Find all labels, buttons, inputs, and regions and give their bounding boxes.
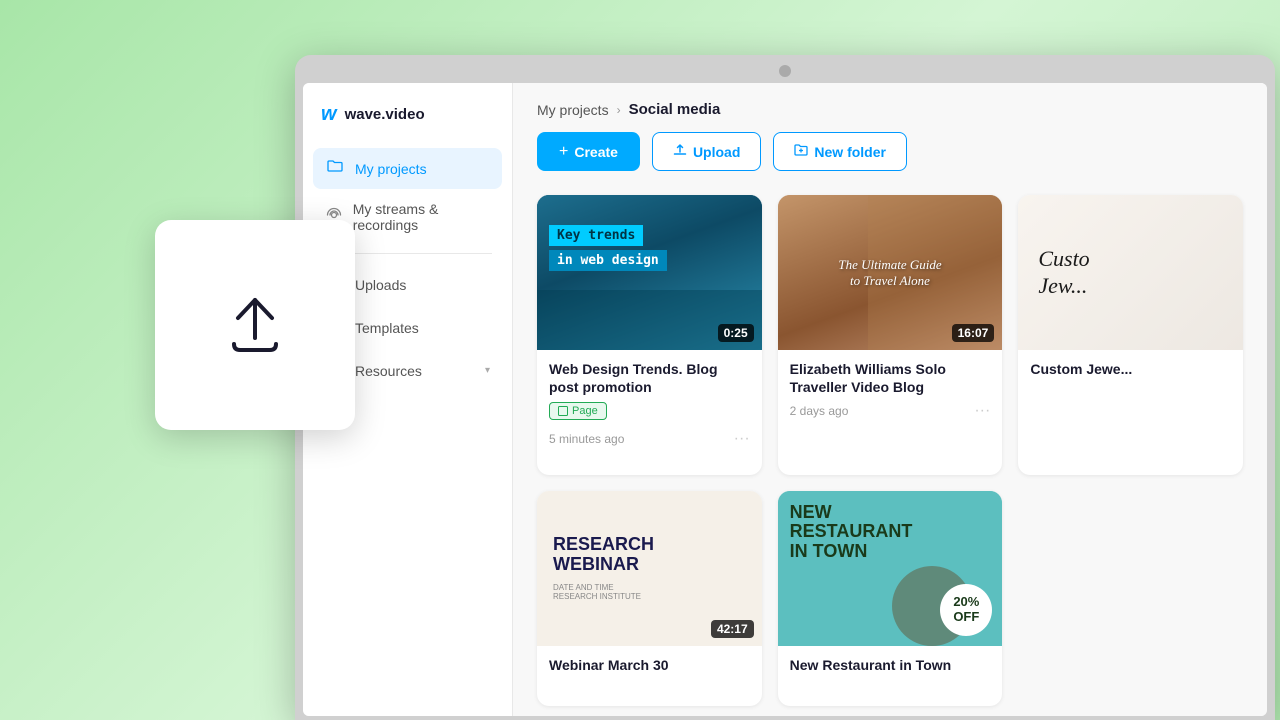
plus-icon: +	[559, 143, 568, 161]
card-thumb-webinar: RESEARCHWEBINAR DATE AND TIMERESEARCH IN…	[537, 491, 762, 646]
sidebar-item-label-resources: Resources	[355, 363, 422, 379]
upload-overlay-card	[155, 220, 355, 430]
travel-line1: The Ultimate Guide	[838, 257, 941, 273]
webinar-sub: DATE AND TIMERESEARCH INSTITUTE	[553, 583, 641, 601]
card-thumb-restaurant: NEWRESTAURANTIN TOWN 20%OFF	[778, 491, 1003, 646]
card-duration-1: 0:25	[718, 324, 754, 342]
card-info-5: New Restaurant in Town	[778, 646, 1003, 690]
upload-label: Upload	[693, 144, 740, 160]
card-restaurant[interactable]: NEWRESTAURANTIN TOWN 20%OFF New Restaura…	[778, 491, 1003, 706]
card-thumb-travel: The Ultimate Guide to Travel Alone 16:07	[778, 195, 1003, 350]
chevron-down-icon: ▾	[485, 365, 490, 376]
logo-w-icon: w	[321, 103, 337, 126]
web-design-text: Key trends in web design	[549, 225, 750, 271]
new-folder-button[interactable]: New folder	[773, 132, 907, 171]
logo-text: wave.video	[345, 106, 425, 123]
card-thumb-jewelry: CustoJew...	[1018, 195, 1243, 350]
breadcrumb-chevron-icon: ›	[617, 103, 621, 117]
card-footer-1: 5 minutes ago ···	[549, 430, 750, 448]
card-info-1: Web Design Trends. Blog post promotion P…	[537, 350, 762, 458]
laptop-frame: w wave.video My projects	[295, 55, 1275, 720]
badge-label-1: Page	[572, 405, 598, 417]
laptop-screen: w wave.video My projects	[303, 83, 1267, 716]
card-time-1: 5 minutes ago	[549, 432, 624, 446]
card-webinar[interactable]: RESEARCHWEBINAR DATE AND TIMERESEARCH IN…	[537, 491, 762, 706]
card-duration-2: 16:07	[952, 324, 995, 342]
breadcrumb-parent[interactable]: My projects	[537, 102, 609, 118]
card-duration-4: 42:17	[711, 620, 754, 638]
card-title-2: Elizabeth Williams Solo Traveller Video …	[790, 360, 991, 396]
jewelry-text: CustoJew...	[1038, 246, 1089, 299]
card-jewelry[interactable]: CustoJew... Custom Jewe...	[1018, 195, 1243, 475]
card-info-4: Webinar March 30	[537, 646, 762, 690]
laptop-camera	[779, 65, 791, 77]
card-footer-2: 2 days ago ···	[790, 402, 991, 420]
restaurant-text: NEWRESTAURANTIN TOWN	[790, 503, 913, 562]
sidebar-item-my-projects[interactable]: My projects	[313, 148, 502, 189]
web-design-line1: Key trends	[549, 225, 643, 246]
sidebar-item-label-my-projects: My projects	[355, 161, 427, 177]
breadcrumb-current: Social media	[629, 101, 721, 118]
new-folder-icon	[794, 143, 808, 160]
card-title-4: Webinar March 30	[549, 656, 750, 674]
create-label: Create	[574, 144, 618, 160]
main-content: My projects › Social media + Create	[513, 83, 1267, 716]
card-info-2: Elizabeth Williams Solo Traveller Video …	[778, 350, 1003, 430]
folder-icon	[325, 158, 345, 179]
card-info-3: Custom Jewe...	[1018, 350, 1243, 394]
card-menu-2[interactable]: ···	[974, 402, 990, 420]
upload-icon	[215, 285, 295, 365]
cards-grid: Key trends in web design 0:25 Web Design…	[513, 185, 1267, 716]
card-time-2: 2 days ago	[790, 404, 849, 418]
sidebar-item-label-uploads: Uploads	[355, 277, 406, 293]
card-menu-1[interactable]: ···	[734, 430, 750, 448]
webinar-title: RESEARCHWEBINAR	[553, 535, 654, 575]
content-header: My projects › Social media + Create	[513, 83, 1267, 185]
logo: w wave.video	[303, 83, 512, 144]
travel-text: The Ultimate Guide to Travel Alone	[838, 257, 941, 289]
toolbar: + Create Upload	[537, 132, 1243, 171]
breadcrumb: My projects › Social media	[537, 101, 1243, 118]
card-title-5: New Restaurant in Town	[790, 656, 991, 674]
web-design-line2: in web design	[549, 250, 667, 271]
upload-btn-icon	[673, 143, 687, 160]
sidebar-item-label-streams: My streams & recordings	[353, 201, 490, 233]
restaurant-discount: 20%OFF	[940, 584, 992, 636]
card-web-design[interactable]: Key trends in web design 0:25 Web Design…	[537, 195, 762, 475]
card-badge-1: Page	[549, 402, 607, 420]
restaurant-new: NEWRESTAURANTIN TOWN	[790, 503, 913, 562]
card-title-3: Custom Jewe...	[1030, 360, 1231, 378]
upload-button[interactable]: Upload	[652, 132, 761, 171]
card-thumb-web-design: Key trends in web design 0:25	[537, 195, 762, 350]
create-button[interactable]: + Create	[537, 132, 640, 171]
travel-line2: to Travel Alone	[838, 273, 941, 289]
card-travel[interactable]: The Ultimate Guide to Travel Alone 16:07…	[778, 195, 1003, 475]
new-folder-label: New folder	[814, 144, 886, 160]
sidebar-item-label-templates: Templates	[355, 320, 419, 336]
card-title-1: Web Design Trends. Blog post promotion	[549, 360, 750, 396]
